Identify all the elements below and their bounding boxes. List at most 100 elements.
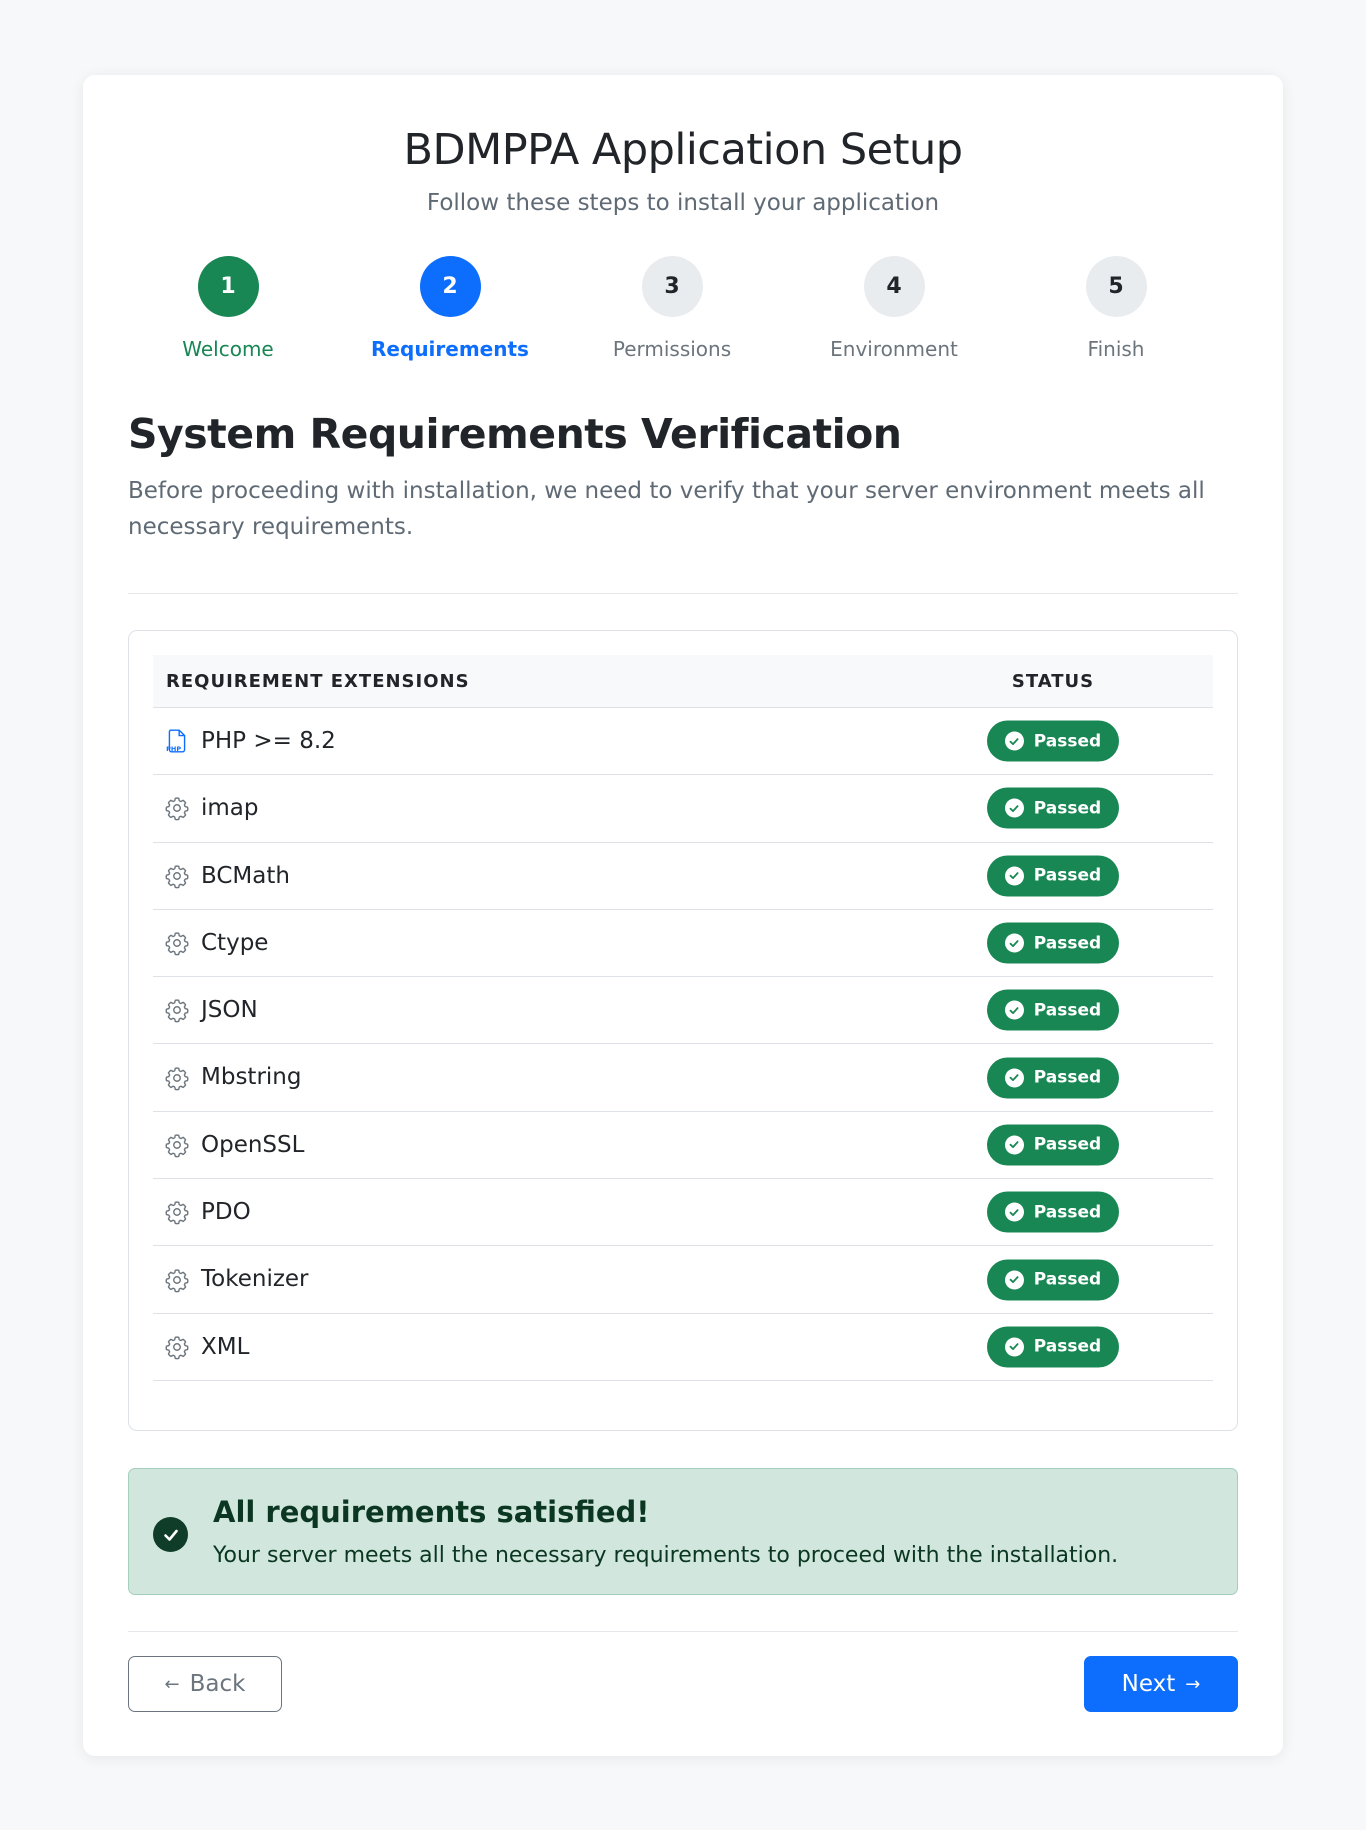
progress-stepper: 1 Welcome 2 Requirements 3 Permissions 4… bbox=[128, 256, 1238, 366]
status-label: Passed bbox=[1033, 1134, 1102, 1155]
check-circle-icon bbox=[1004, 1000, 1024, 1020]
step-label: Requirements bbox=[371, 337, 529, 361]
requirements-table: REQUIREMENT EXTENSIONS STATUS PHP PHP >= … bbox=[153, 655, 1213, 1381]
table-row: XML Passed bbox=[153, 1314, 1213, 1381]
step-finish[interactable]: 5 Finish bbox=[1016, 256, 1216, 361]
requirement-name: Mbstring bbox=[201, 1064, 302, 1091]
step-requirements[interactable]: 2 Requirements bbox=[350, 256, 550, 361]
status-badge: Passed bbox=[987, 1259, 1119, 1301]
requirement-name: Tokenizer bbox=[201, 1266, 309, 1293]
gear-icon bbox=[164, 1132, 190, 1158]
check-circle-icon bbox=[153, 1517, 188, 1552]
section-title: System Requirements Verification bbox=[128, 410, 902, 458]
arrow-right-icon: → bbox=[1185, 1673, 1201, 1695]
step-number: 1 bbox=[197, 256, 259, 317]
requirement-name: PHP >= 8.2 bbox=[201, 728, 336, 754]
status-label: Passed bbox=[1033, 1336, 1102, 1357]
status-label: Passed bbox=[1033, 1067, 1102, 1088]
check-circle-icon bbox=[1004, 866, 1024, 886]
table-row: Ctype Passed bbox=[153, 910, 1213, 978]
requirement-name: BCMath bbox=[201, 862, 290, 889]
status-badge: Passed bbox=[987, 1326, 1119, 1368]
alert-title: All requirements satisfied! bbox=[213, 1495, 650, 1529]
step-number: 2 bbox=[419, 256, 481, 317]
section-description: Before proceeding with installation, we … bbox=[128, 478, 1205, 540]
requirement-name: XML bbox=[201, 1333, 250, 1360]
next-label: Next bbox=[1121, 1671, 1176, 1697]
step-welcome[interactable]: 1 Welcome bbox=[128, 256, 328, 361]
gear-icon bbox=[164, 795, 190, 821]
table-row: BCMath Passed bbox=[153, 843, 1213, 910]
requirement-name: Ctype bbox=[201, 929, 269, 956]
step-label: Finish bbox=[1087, 337, 1145, 361]
step-label: Environment bbox=[830, 337, 958, 361]
svg-text:PHP: PHP bbox=[166, 745, 181, 753]
requirements-table-card: REQUIREMENT EXTENSIONS STATUS PHP PHP >= … bbox=[128, 630, 1238, 1431]
status-badge: Passed bbox=[987, 855, 1119, 897]
requirement-name: JSON bbox=[201, 997, 258, 1024]
success-alert: All requirements satisfied! Your server … bbox=[128, 1468, 1238, 1595]
app-subtitle: Follow these steps to install your appli… bbox=[426, 190, 940, 216]
divider bbox=[128, 1631, 1238, 1632]
step-label: Welcome bbox=[182, 337, 274, 361]
requirement-name: PDO bbox=[201, 1199, 251, 1226]
check-circle-icon bbox=[1004, 1270, 1024, 1290]
header-requirement: REQUIREMENT EXTENSIONS bbox=[166, 671, 470, 692]
check-circle-icon bbox=[1004, 731, 1024, 751]
status-badge: Passed bbox=[987, 720, 1119, 762]
arrow-left-icon: ← bbox=[164, 1673, 180, 1695]
step-label: Permissions bbox=[612, 337, 732, 361]
status-label: Passed bbox=[1033, 865, 1102, 886]
gear-icon bbox=[164, 1267, 190, 1293]
step-permissions[interactable]: 3 Permissions bbox=[572, 256, 772, 361]
table-row: Mbstring Passed bbox=[153, 1044, 1213, 1112]
alert-message: Your server meets all the necessary requ… bbox=[213, 1543, 1119, 1568]
gear-icon bbox=[164, 930, 190, 956]
gear-icon bbox=[164, 863, 190, 889]
gear-icon bbox=[164, 1065, 190, 1091]
table-row: PDO Passed bbox=[153, 1179, 1213, 1247]
check-circle-icon bbox=[1004, 1068, 1024, 1088]
check-circle-icon bbox=[1004, 1135, 1024, 1155]
step-environment[interactable]: 4 Environment bbox=[794, 256, 994, 361]
divider bbox=[128, 593, 1238, 594]
status-label: Passed bbox=[1033, 1269, 1102, 1290]
status-badge: Passed bbox=[987, 1057, 1119, 1099]
step-number: 5 bbox=[1085, 256, 1147, 317]
setup-card: BDMPPA Application Setup Follow these st… bbox=[83, 75, 1283, 1756]
table-row: OpenSSL Passed bbox=[153, 1112, 1213, 1180]
back-label: Back bbox=[189, 1671, 246, 1697]
header-status: STATUS bbox=[1011, 671, 1095, 692]
status-badge: Passed bbox=[987, 922, 1119, 964]
status-label: Passed bbox=[1033, 798, 1102, 819]
gear-icon bbox=[164, 1334, 190, 1360]
status-label: Passed bbox=[1033, 1000, 1102, 1021]
status-label: Passed bbox=[1033, 1202, 1102, 1223]
check-circle-icon bbox=[1004, 1202, 1024, 1222]
step-number: 3 bbox=[641, 256, 703, 317]
requirement-name: imap bbox=[201, 795, 259, 822]
back-button[interactable]: ← Back bbox=[128, 1656, 282, 1712]
check-circle-icon bbox=[1004, 1337, 1024, 1357]
check-circle-icon bbox=[1004, 798, 1024, 818]
status-badge: Passed bbox=[987, 989, 1119, 1031]
next-button[interactable]: Next → bbox=[1084, 1656, 1238, 1712]
status-label: Passed bbox=[1033, 731, 1102, 752]
app-title: BDMPPA Application Setup bbox=[403, 125, 964, 175]
step-number: 4 bbox=[863, 256, 925, 317]
check-circle-icon bbox=[1004, 933, 1024, 953]
table-header: REQUIREMENT EXTENSIONS STATUS bbox=[153, 655, 1213, 708]
status-label: Passed bbox=[1033, 933, 1102, 954]
table-row: Tokenizer Passed bbox=[153, 1246, 1213, 1314]
table-row: JSON Passed bbox=[153, 977, 1213, 1045]
table-row: imap Passed bbox=[153, 775, 1213, 843]
table-body: PHP PHP >= 8.2 Passed imap Passed BCMath Passe… bbox=[153, 708, 1213, 1381]
status-badge: Passed bbox=[987, 787, 1119, 829]
status-badge: Passed bbox=[987, 1191, 1119, 1233]
status-badge: Passed bbox=[987, 1124, 1119, 1166]
php-file-icon: PHP bbox=[164, 728, 190, 754]
gear-icon bbox=[164, 997, 190, 1023]
requirement-name: OpenSSL bbox=[201, 1131, 305, 1158]
gear-icon bbox=[164, 1199, 190, 1225]
table-row: PHP PHP >= 8.2 Passed bbox=[153, 708, 1213, 776]
